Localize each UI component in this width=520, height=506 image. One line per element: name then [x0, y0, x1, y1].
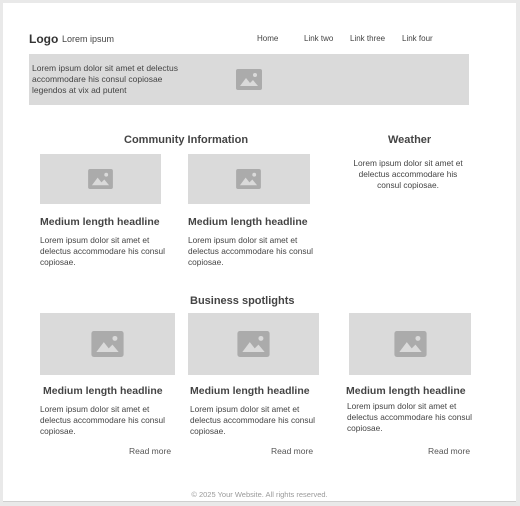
- spotlight-read-more-link-2[interactable]: Read more: [271, 446, 313, 456]
- footer-copyright: © 2025 Your Website. All rights reserved…: [191, 490, 328, 499]
- image-placeholder-icon: [237, 331, 270, 357]
- community-card-headline-2[interactable]: Medium length headline: [188, 216, 308, 228]
- spotlight-read-more-link-1[interactable]: Read more: [129, 446, 171, 456]
- weather-section-title: Weather: [388, 134, 432, 146]
- community-card-body-2: Lorem ipsum dolor sit amet et delectus a…: [188, 235, 313, 267]
- spotlight-card-headline-2[interactable]: Medium length headline: [190, 385, 310, 397]
- spotlight-read-more-link-3[interactable]: Read more: [428, 446, 470, 456]
- community-section-title: Community Information: [124, 134, 249, 146]
- hero-text: Lorem ipsum dolor sit amet et delectus a…: [32, 63, 178, 95]
- weather-body: Lorem ipsum dolor sit amet et delectus a…: [353, 158, 463, 190]
- image-placeholder-icon: [236, 69, 262, 90]
- spotlights-section-title: Business spotlights: [190, 295, 295, 307]
- logo[interactable]: Logo: [29, 32, 58, 46]
- spotlight-card-body-2: Lorem ipsum dolor sit amet et delectus a…: [190, 404, 315, 436]
- image-placeholder-icon: [91, 331, 124, 357]
- nav-link-four[interactable]: Link four: [402, 34, 433, 43]
- nav-link-two[interactable]: Link two: [304, 34, 333, 43]
- spotlight-card-body-3: Lorem ipsum dolor sit amet et delectus a…: [347, 401, 472, 433]
- nav-link-three[interactable]: Link three: [350, 34, 385, 43]
- spotlight-card-headline-3[interactable]: Medium length headline: [346, 385, 466, 397]
- image-placeholder-icon: [88, 169, 113, 189]
- image-placeholder-icon: [394, 331, 427, 357]
- page: Logo Lorem ipsum Home Link two Link thre…: [3, 3, 516, 502]
- image-placeholder-icon: [236, 169, 261, 189]
- community-card-headline-1[interactable]: Medium length headline: [40, 216, 160, 228]
- nav-link-home[interactable]: Home: [257, 34, 278, 43]
- spotlight-card-body-1: Lorem ipsum dolor sit amet et delectus a…: [40, 404, 165, 436]
- community-card-body-1: Lorem ipsum dolor sit amet et delectus a…: [40, 235, 165, 267]
- spotlight-card-headline-1[interactable]: Medium length headline: [43, 385, 163, 397]
- site-tagline: Lorem ipsum: [62, 34, 115, 44]
